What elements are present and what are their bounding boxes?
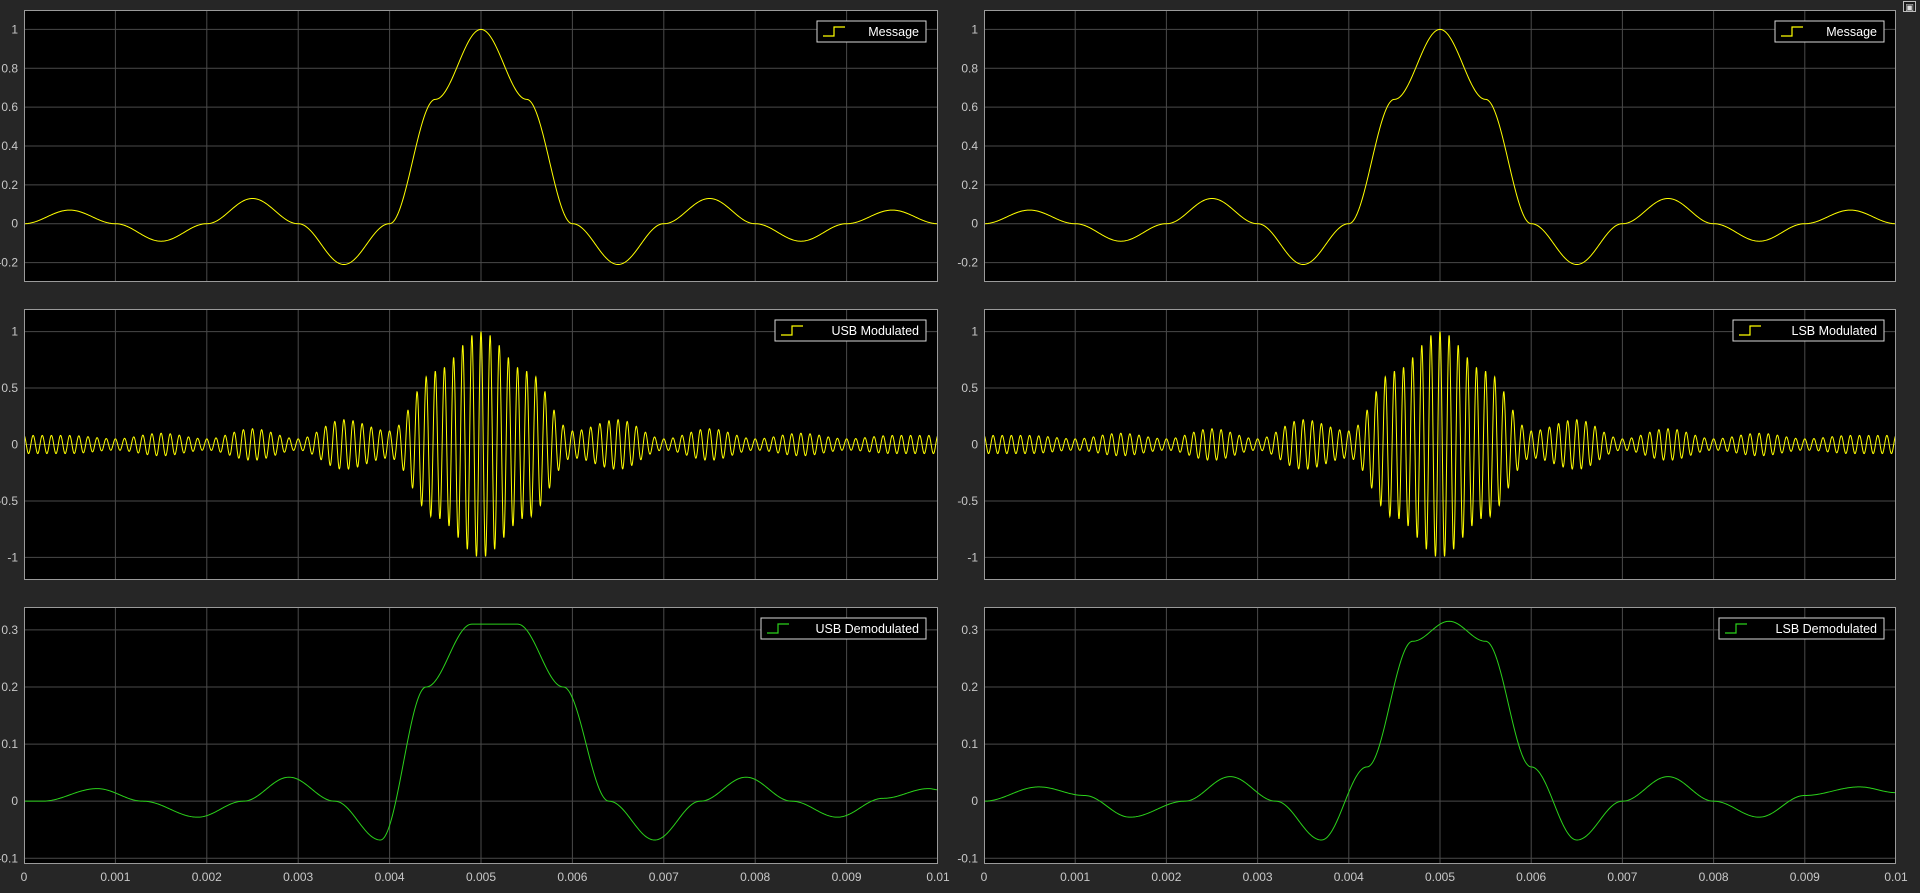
y-tick-label: -0.1 [957, 851, 978, 865]
x-tick-label: 0.007 [649, 870, 679, 884]
legend-label: USB Modulated [831, 324, 919, 338]
y-tick-label: 0.2 [1, 178, 18, 192]
x-tick-label: 0.01 [926, 870, 950, 884]
x-tick-label: 0.003 [1243, 870, 1273, 884]
x-tick-label: 0.004 [375, 870, 405, 884]
legend-label: Message [1826, 25, 1877, 39]
x-tick-label: 0 [21, 870, 28, 884]
legend[interactable]: Message [1774, 20, 1885, 43]
legend[interactable]: LSB Modulated [1732, 319, 1885, 342]
legend-label: LSB Demodulated [1776, 622, 1878, 636]
x-tick-label: 0.01 [1884, 870, 1908, 884]
y-tick-label: -0.5 [0, 494, 18, 508]
scope-figure: -0.2 0 0.2 0.4 0.6 0.8 1 Message -0.2 0 0.2 0.4 0.6 0… [0, 10, 1908, 884]
x-tick-label: 0.002 [1151, 870, 1181, 884]
scope-panel-middle-left: -1 -0.5 0 0.5 1 USB Modulated [0, 309, 938, 580]
x-tick-label: 0.005 [466, 870, 496, 884]
undock-icon[interactable]: ▣ [1903, 1, 1916, 12]
legend-label: USB Demodulated [815, 622, 919, 636]
x-tick-label: 0.001 [1060, 870, 1090, 884]
y-tick-label: 0 [11, 217, 18, 231]
y-tick-label: 0.6 [961, 100, 978, 114]
legend[interactable]: USB Modulated [774, 319, 927, 342]
x-tick-label: 0.003 [283, 870, 313, 884]
y-tick-label: 0.4 [961, 139, 978, 153]
scope-panel-bottom-left: -0.100.10.20.300.0010.0020.0030.0040.005… [0, 607, 950, 884]
x-tick-label: 0.008 [1699, 870, 1729, 884]
y-tick-label: 0.2 [1, 680, 18, 694]
x-tick-label: 0.002 [192, 870, 222, 884]
y-tick-label: 0 [11, 794, 18, 808]
y-tick-label: 0.1 [961, 737, 978, 751]
y-tick-label: -0.5 [957, 494, 978, 508]
x-tick-label: 0.004 [1334, 870, 1364, 884]
y-tick-label: 0 [971, 217, 978, 231]
legend[interactable]: USB Demodulated [760, 617, 927, 640]
y-tick-label: 1 [11, 22, 18, 36]
x-tick-label: 0 [981, 870, 988, 884]
y-tick-label: 0.8 [1, 61, 18, 75]
y-tick-label: 0.3 [1, 623, 18, 637]
scope-panel-middle-right: -1 -0.5 0 0.5 1 LSB Modulated [957, 309, 1896, 580]
y-tick-label: 0.1 [1, 737, 18, 751]
y-tick-label: 1 [971, 325, 978, 339]
legend[interactable]: LSB Demodulated [1718, 617, 1885, 640]
y-tick-label: 0.2 [961, 680, 978, 694]
y-tick-label: 0.5 [961, 381, 978, 395]
y-tick-label: 0 [971, 438, 978, 452]
x-tick-label: 0.005 [1425, 870, 1455, 884]
y-tick-label: 1 [11, 325, 18, 339]
x-tick-label: 0.001 [100, 870, 130, 884]
y-tick-label: 0.3 [961, 623, 978, 637]
y-tick-label: 0.4 [1, 139, 18, 153]
scope-panel-bottom-right: -0.100.10.20.30 0.001 0.002 0.003 0.004 0.005… [957, 607, 1908, 884]
x-tick-label: 0.007 [1607, 870, 1637, 884]
legend[interactable]: Message [816, 20, 927, 43]
y-tick-label: -0.2 [957, 256, 978, 270]
y-tick-label: 0.5 [1, 381, 18, 395]
y-tick-label: 1 [971, 22, 978, 36]
x-tick-label: 0.006 [1516, 870, 1546, 884]
x-tick-label: 0.009 [1790, 870, 1820, 884]
y-tick-label: 0.2 [961, 178, 978, 192]
y-tick-label: -1 [967, 550, 978, 564]
x-tick-label: 0.008 [740, 870, 770, 884]
y-tick-label: -1 [7, 550, 18, 564]
y-tick-label: -0.1 [0, 851, 18, 865]
x-tick-label: 0.006 [557, 870, 587, 884]
x-tick-label: 0.009 [832, 870, 862, 884]
scope-panel-top-left: -0.2 0 0.2 0.4 0.6 0.8 1 Message [0, 10, 938, 282]
legend-label: Message [868, 25, 919, 39]
y-tick-label: 0 [11, 438, 18, 452]
scope-panel-top-right: -0.2 0 0.2 0.4 0.6 0.8 1 Message [957, 10, 1896, 282]
y-tick-label: -0.2 [0, 256, 18, 270]
y-tick-label: 0 [971, 794, 978, 808]
legend-label: LSB Modulated [1792, 324, 1878, 338]
y-tick-label: 0.8 [961, 61, 978, 75]
y-tick-label: 0.6 [1, 100, 18, 114]
